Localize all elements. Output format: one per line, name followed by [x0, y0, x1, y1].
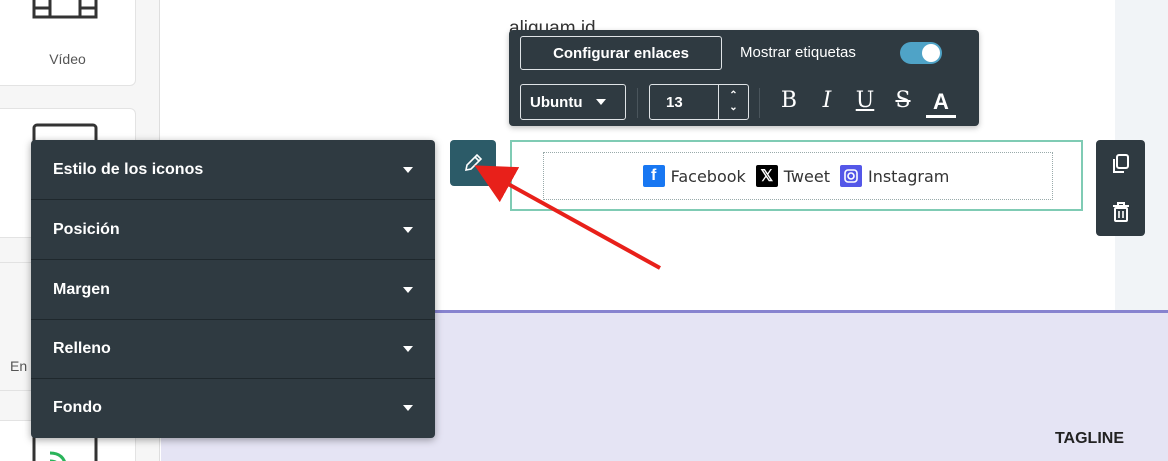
settings-background[interactable]: Fondo — [31, 378, 435, 438]
configure-links-button[interactable]: Configurar enlaces — [520, 36, 722, 70]
toggle-knob — [922, 44, 940, 62]
font-select[interactable]: Ubuntu — [520, 84, 626, 120]
settings-icon-style[interactable]: Estilo de los iconos — [31, 140, 435, 200]
social-label-instagram[interactable]: Instagram — [868, 167, 949, 186]
bold-button[interactable]: B — [774, 88, 804, 113]
font-size-stepper[interactable]: 13 ⌃ ⌄ — [649, 84, 749, 120]
duplicate-button[interactable] — [1096, 140, 1145, 188]
social-label-tweet[interactable]: Tweet — [784, 167, 830, 186]
body-text-partial: aliquam id — [509, 18, 596, 32]
show-labels-toggle[interactable] — [900, 42, 942, 64]
chevron-down-icon — [403, 405, 413, 411]
block-settings-panel: Estilo de los iconos Posición Margen Rel… — [31, 140, 435, 438]
block-video[interactable]: Vídeo — [0, 0, 136, 86]
block-label-partial: En — [10, 358, 28, 374]
section-label: Posición — [53, 220, 120, 238]
section-label: Fondo — [53, 399, 102, 416]
strikethrough-button[interactable]: S — [888, 88, 918, 113]
instagram-icon[interactable] — [839, 165, 862, 187]
settings-margin[interactable]: Margen — [31, 260, 435, 320]
text-color-button[interactable]: A — [926, 88, 956, 118]
section-label: Margen — [53, 280, 110, 298]
section-label: Estilo de los iconos — [53, 160, 204, 178]
facebook-icon[interactable]: f — [642, 165, 665, 187]
social-label-facebook[interactable]: Facebook — [671, 167, 746, 186]
block-video-label: Vídeo — [49, 51, 86, 67]
underline-button[interactable]: U — [850, 88, 880, 113]
toolbar-separator — [637, 88, 638, 118]
edit-block-button[interactable] — [450, 140, 496, 186]
settings-padding[interactable]: Relleno — [31, 319, 435, 379]
tagline-text: TAGLINE — [1054, 430, 1124, 447]
settings-position[interactable]: Posición — [31, 200, 435, 260]
chevron-down-icon — [403, 166, 413, 173]
copy-icon — [1112, 154, 1129, 173]
font-size-value: 13 — [666, 93, 683, 111]
show-labels-label: Mostrar etiquetas — [740, 44, 856, 61]
x-icon[interactable]: 𝕏 — [755, 165, 778, 187]
social-links-row: f Facebook 𝕏 Tweet Instagram — [543, 152, 1053, 200]
chevron-down-icon — [596, 99, 607, 105]
font-select-value: Ubuntu — [530, 93, 583, 111]
italic-button[interactable]: I — [812, 88, 842, 113]
pencil-icon — [464, 153, 483, 172]
chevron-down-icon — [403, 226, 413, 233]
delete-button[interactable] — [1096, 188, 1145, 236]
social-links-block[interactable]: f Facebook 𝕏 Tweet Instagram — [510, 140, 1083, 211]
block-actions — [1096, 140, 1145, 236]
stepper-arrows-icon[interactable]: ⌃ ⌄ — [718, 85, 748, 119]
chevron-down-icon — [403, 286, 413, 293]
text-toolbar: Configurar enlaces Mostrar etiquetas Ubu… — [509, 30, 979, 126]
video-icon — [32, 0, 98, 19]
toolbar-separator — [759, 88, 760, 118]
section-label: Relleno — [53, 339, 111, 357]
chevron-down-icon — [403, 345, 413, 352]
trash-icon — [1112, 202, 1129, 222]
